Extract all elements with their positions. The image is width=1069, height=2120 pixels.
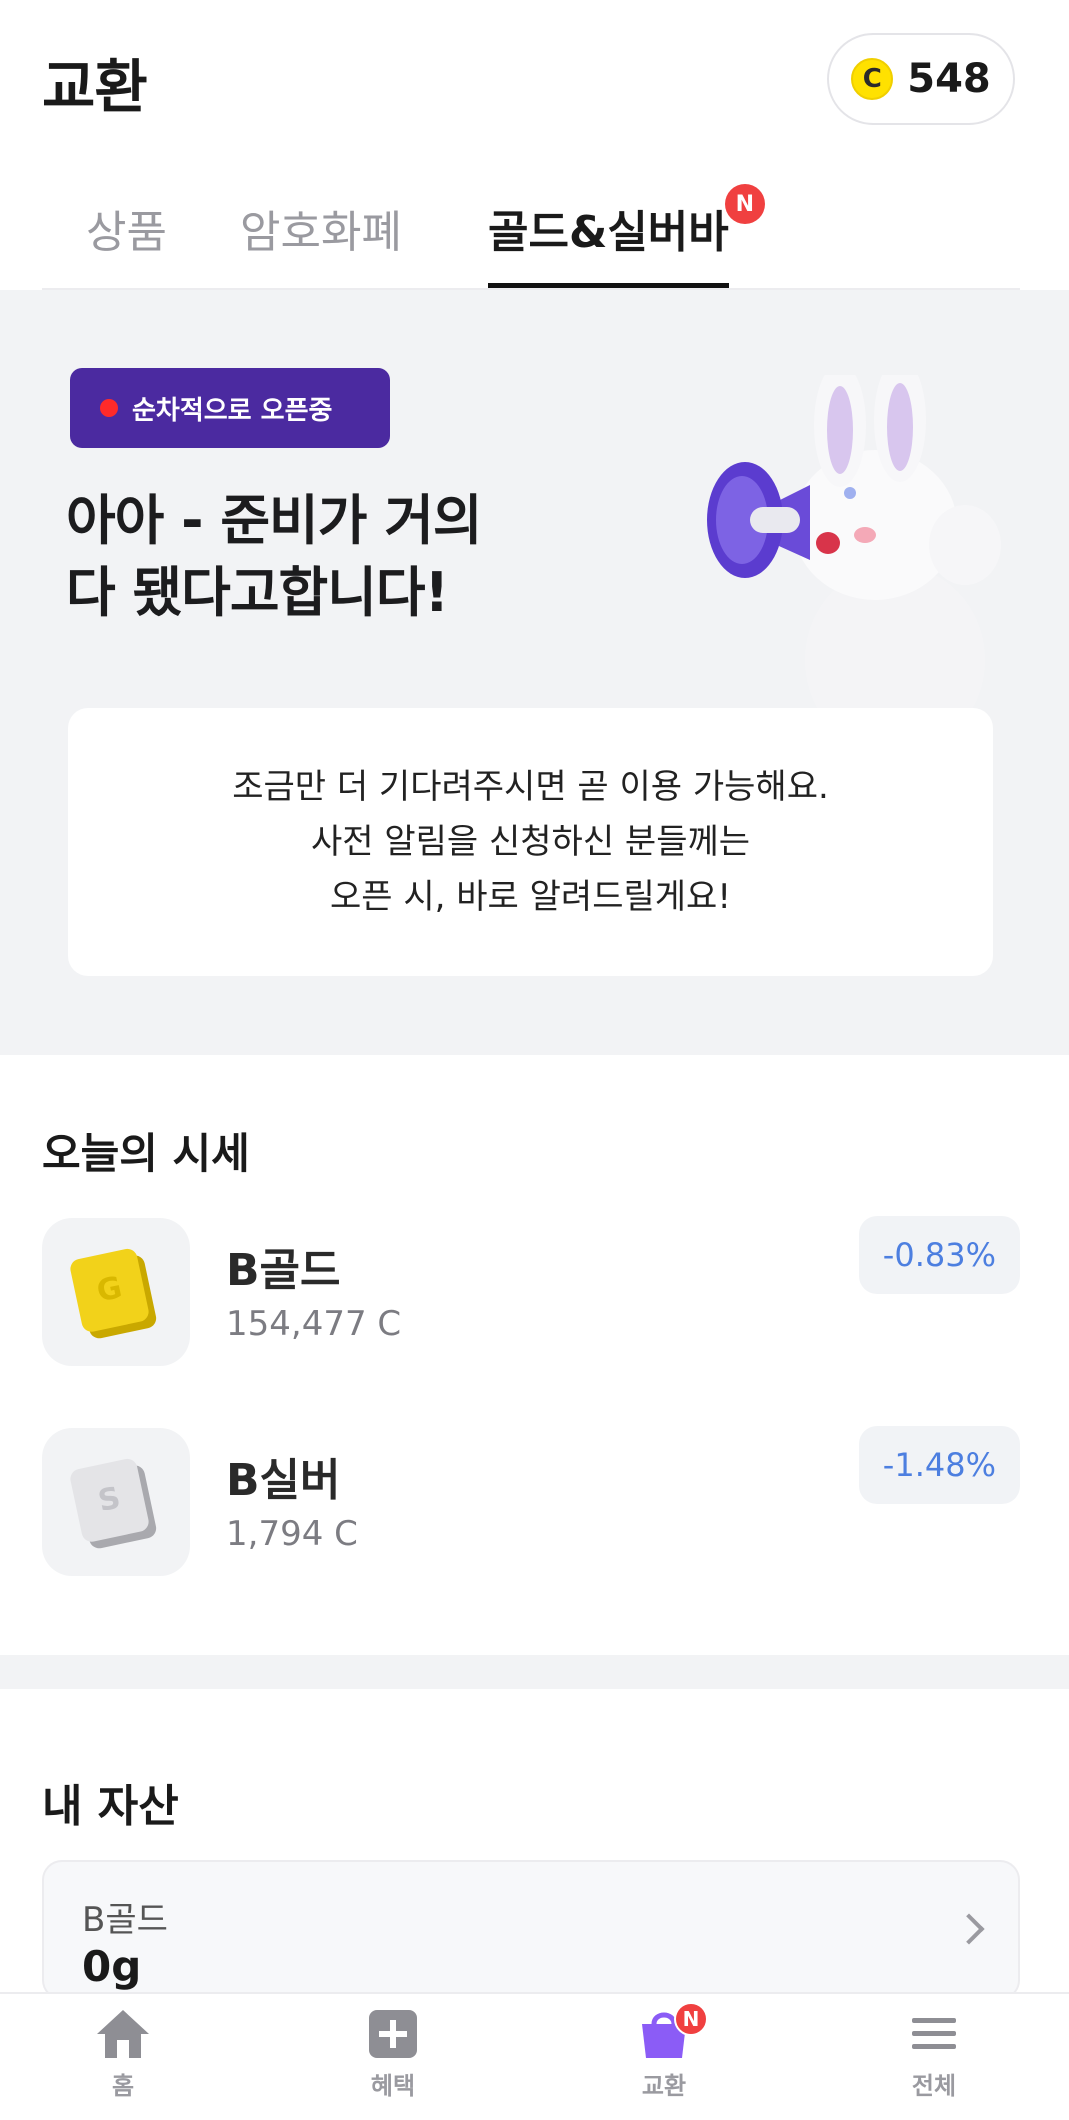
promo-headline-line2: 다 됐다고합니다! [66,561,449,624]
nav-benefits[interactable]: 혜택 [333,2006,453,2101]
plus-square-icon [369,2010,417,2058]
my-asset-value: 0g [82,1942,142,1991]
tab-products[interactable]: 상품 [86,196,167,288]
nav-label: 홈 [111,2072,135,2100]
header: 교환 C 548 [0,0,1069,160]
menu-icon [912,2018,956,2049]
gold-bar-icon: G [42,1218,190,1366]
page-title: 교환 [42,53,148,121]
price-section-title: 오늘의 시세 [42,1129,250,1178]
list-item-gold[interactable]: G B골드 154,477 C -0.83% [42,1216,1020,1366]
coin-balance: 548 [907,56,991,102]
nav-label: 전체 [911,2072,957,2100]
list-item-silver[interactable]: S B실버 1,794 C -1.48% [42,1426,1020,1576]
nav-home[interactable]: 홈 [63,2006,183,2101]
tab-gold-silver-label: 골드&실버바 [488,207,729,258]
tab-bar: 상품 암호화폐 골드&실버바 N [42,160,1020,290]
my-asset-card[interactable]: B골드 0g [42,1860,1020,2000]
chevron-right-icon [953,1913,985,1945]
bunny-megaphone-illustration [707,375,1001,710]
promo-message-card: 조금만 더 기다려주시면 곧 이용 가능해요. 사전 알림을 신청하신 분들께는… [68,708,993,976]
asset-name: B실버 [226,1455,341,1506]
price-change-badge: -0.83% [858,1216,1020,1294]
asset-price: 154,477 C [226,1304,402,1344]
section-divider [0,1655,1069,1689]
nav-label: 교환 [641,2072,687,2100]
home-icon [97,2010,149,2058]
my-asset-label: B골드 [82,1900,168,1940]
nav-all[interactable]: 전체 [874,2006,994,2101]
silver-bar-icon: S [42,1428,190,1576]
promo-headline: 아아 - 준비가 거의 다 됐다고합니다! [66,485,483,629]
nav-label: 혜택 [370,2072,416,2100]
live-dot-icon [100,399,118,417]
promo-message-line2: 사전 알림을 신청하신 분들께는 [310,821,751,862]
coin-balance-pill[interactable]: C 548 [827,33,1015,125]
status-badge: 순차적으로 오픈중 [70,368,390,448]
my-assets-title: 내 자산 [42,1781,179,1832]
bottom-nav: 홈 혜택 N 교환 전체 [0,1992,1069,2120]
coin-icon: C [851,58,894,100]
tab-crypto[interactable]: 암호화폐 [240,196,402,288]
price-change-badge: -1.48% [858,1426,1020,1504]
new-badge: N [674,2002,708,2036]
promo-section: 순차적으로 오픈중 아아 - 준비가 거의 다 됐다고합니다! 조금만 더 기다… [0,290,1069,1055]
new-badge: N [724,184,765,224]
status-badge-label: 순차적으로 오픈중 [132,395,333,426]
promo-message-line3: 오픈 시, 바로 알려드릴게요! [330,876,731,917]
tab-gold-silver[interactable]: 골드&실버바 N [488,184,765,288]
nav-exchange[interactable]: N 교환 [604,2002,724,2101]
asset-price: 1,794 C [226,1514,358,1554]
promo-headline-line1: 아아 - 준비가 거의 [66,489,483,552]
promo-message-line1: 조금만 더 기다려주시면 곧 이용 가능해요. [232,766,829,807]
asset-name: B골드 [226,1245,341,1296]
